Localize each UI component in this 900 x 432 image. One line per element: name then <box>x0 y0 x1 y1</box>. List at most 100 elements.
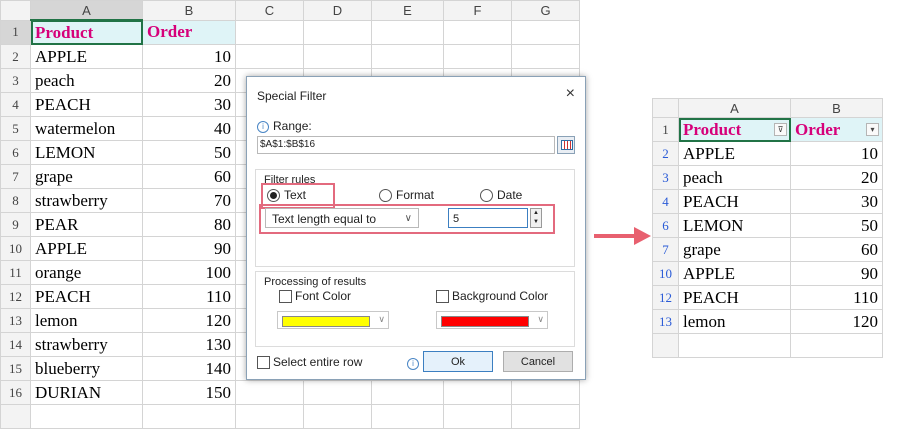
radio-text[interactable]: Text <box>267 188 306 202</box>
filter-active-icon[interactable]: ⊽ <box>774 123 787 136</box>
cell-product-header[interactable]: Product ⊽ <box>678 117 791 142</box>
cell-order[interactable]: 110 <box>142 284 236 309</box>
cell-order[interactable]: 30 <box>790 189 883 214</box>
cell[interactable] <box>443 19 512 45</box>
row-header[interactable]: 2 <box>652 141 679 166</box>
column-header-b[interactable]: B <box>790 98 883 118</box>
row-header[interactable]: 11 <box>0 260 31 285</box>
cell-order[interactable]: 20 <box>790 165 883 190</box>
cell-order-header[interactable]: Order <box>142 19 236 45</box>
close-icon[interactable]: × <box>566 85 575 103</box>
cell[interactable] <box>511 19 580 45</box>
cell-order[interactable]: 100 <box>142 260 236 285</box>
spin-up-icon[interactable]: ▲ <box>531 209 541 218</box>
row-header[interactable]: 14 <box>0 332 31 357</box>
cell[interactable] <box>511 44 580 69</box>
cell-order[interactable]: 70 <box>142 188 236 213</box>
row-header[interactable]: 3 <box>0 68 31 93</box>
cell-product[interactable]: blueberry <box>30 356 143 381</box>
cell[interactable] <box>235 19 304 45</box>
row-header[interactable]: 9 <box>0 212 31 237</box>
select-all-corner[interactable] <box>0 0 31 21</box>
row-header[interactable]: 10 <box>0 236 31 261</box>
row-header[interactable]: 6 <box>0 140 31 165</box>
cell-product[interactable]: PEACH <box>678 285 791 310</box>
row-header[interactable]: 8 <box>0 188 31 213</box>
cell-order[interactable]: 120 <box>142 308 236 333</box>
cell-product[interactable]: grape <box>30 164 143 189</box>
row-header[interactable]: 10 <box>652 261 679 286</box>
cell-product[interactable]: APPLE <box>30 44 143 69</box>
cell-order[interactable]: 50 <box>790 213 883 238</box>
cell-order[interactable]: 130 <box>142 332 236 357</box>
row-header[interactable] <box>652 333 679 358</box>
cell-order[interactable]: 90 <box>790 261 883 286</box>
cell[interactable] <box>443 404 512 429</box>
cell-product[interactable]: lemon <box>678 309 791 334</box>
radio-date[interactable]: Date <box>480 188 522 202</box>
column-header-g[interactable]: G <box>511 0 580 21</box>
range-input[interactable]: $A$1:$B$16 <box>257 136 555 154</box>
cell-product[interactable]: PEACH <box>678 189 791 214</box>
cell[interactable] <box>303 380 372 405</box>
cell-product-header[interactable]: Product <box>30 19 143 45</box>
text-rule-dropdown[interactable]: Text length equal to ∨ <box>265 208 419 228</box>
cell[interactable] <box>511 404 580 429</box>
cell-order[interactable]: 80 <box>142 212 236 237</box>
cell-product[interactable]: watermelon <box>30 116 143 141</box>
cell-order[interactable]: 150 <box>142 380 236 405</box>
cell-product[interactable]: PEACH <box>30 284 143 309</box>
column-header-d[interactable]: D <box>303 0 372 21</box>
row-header[interactable]: 7 <box>0 164 31 189</box>
cell-product[interactable]: lemon <box>30 308 143 333</box>
row-header[interactable]: 1 <box>652 117 679 142</box>
row-header[interactable]: 13 <box>652 309 679 334</box>
length-spinner[interactable]: ▲ ▼ <box>530 208 542 228</box>
cell-product[interactable]: grape <box>678 237 791 262</box>
cell[interactable] <box>790 333 883 358</box>
cell[interactable] <box>142 404 236 429</box>
cell[interactable] <box>235 380 304 405</box>
background-color-picker[interactable]: ∨ <box>436 311 548 329</box>
row-header[interactable]: 4 <box>652 189 679 214</box>
row-header[interactable]: 1 <box>0 19 31 45</box>
cell-order[interactable]: 20 <box>142 68 236 93</box>
cell[interactable] <box>443 380 512 405</box>
cell-order[interactable]: 120 <box>790 309 883 334</box>
cell-product[interactable]: APPLE <box>678 141 791 166</box>
row-header[interactable]: 16 <box>0 380 31 405</box>
cell-product[interactable]: peach <box>30 68 143 93</box>
cell-order[interactable]: 110 <box>790 285 883 310</box>
column-header-a[interactable]: A <box>678 98 791 118</box>
cell[interactable] <box>235 44 304 69</box>
cell-order[interactable]: 60 <box>142 164 236 189</box>
cell-product[interactable]: strawberry <box>30 188 143 213</box>
row-header[interactable] <box>0 404 31 429</box>
row-header[interactable]: 4 <box>0 92 31 117</box>
row-header[interactable]: 3 <box>652 165 679 190</box>
cell-product[interactable]: PEAR <box>30 212 143 237</box>
font-color-checkbox[interactable]: Font Color <box>279 289 351 303</box>
cell[interactable] <box>235 404 304 429</box>
select-entire-row-checkbox[interactable]: Select entire row <box>257 355 362 369</box>
cell[interactable] <box>678 333 791 358</box>
cell[interactable] <box>371 404 444 429</box>
ok-button[interactable]: Ok <box>423 351 493 372</box>
cell-order[interactable]: 30 <box>142 92 236 117</box>
column-header-b[interactable]: B <box>142 0 236 21</box>
column-header-f[interactable]: F <box>443 0 512 21</box>
row-header[interactable]: 15 <box>0 356 31 381</box>
cell-product[interactable]: APPLE <box>30 236 143 261</box>
cell-order-header[interactable]: Order ▾ <box>790 117 883 142</box>
cell-order[interactable]: 50 <box>142 140 236 165</box>
cell-product[interactable]: peach <box>678 165 791 190</box>
cell-product[interactable]: PEACH <box>30 92 143 117</box>
background-color-checkbox[interactable]: Background Color <box>436 289 548 303</box>
cell[interactable] <box>371 19 444 45</box>
row-header[interactable]: 5 <box>0 116 31 141</box>
row-header[interactable]: 12 <box>652 285 679 310</box>
font-color-picker[interactable]: ∨ <box>277 311 389 329</box>
column-header-e[interactable]: E <box>371 0 444 21</box>
spin-down-icon[interactable]: ▼ <box>531 218 541 227</box>
cell[interactable] <box>30 404 143 429</box>
